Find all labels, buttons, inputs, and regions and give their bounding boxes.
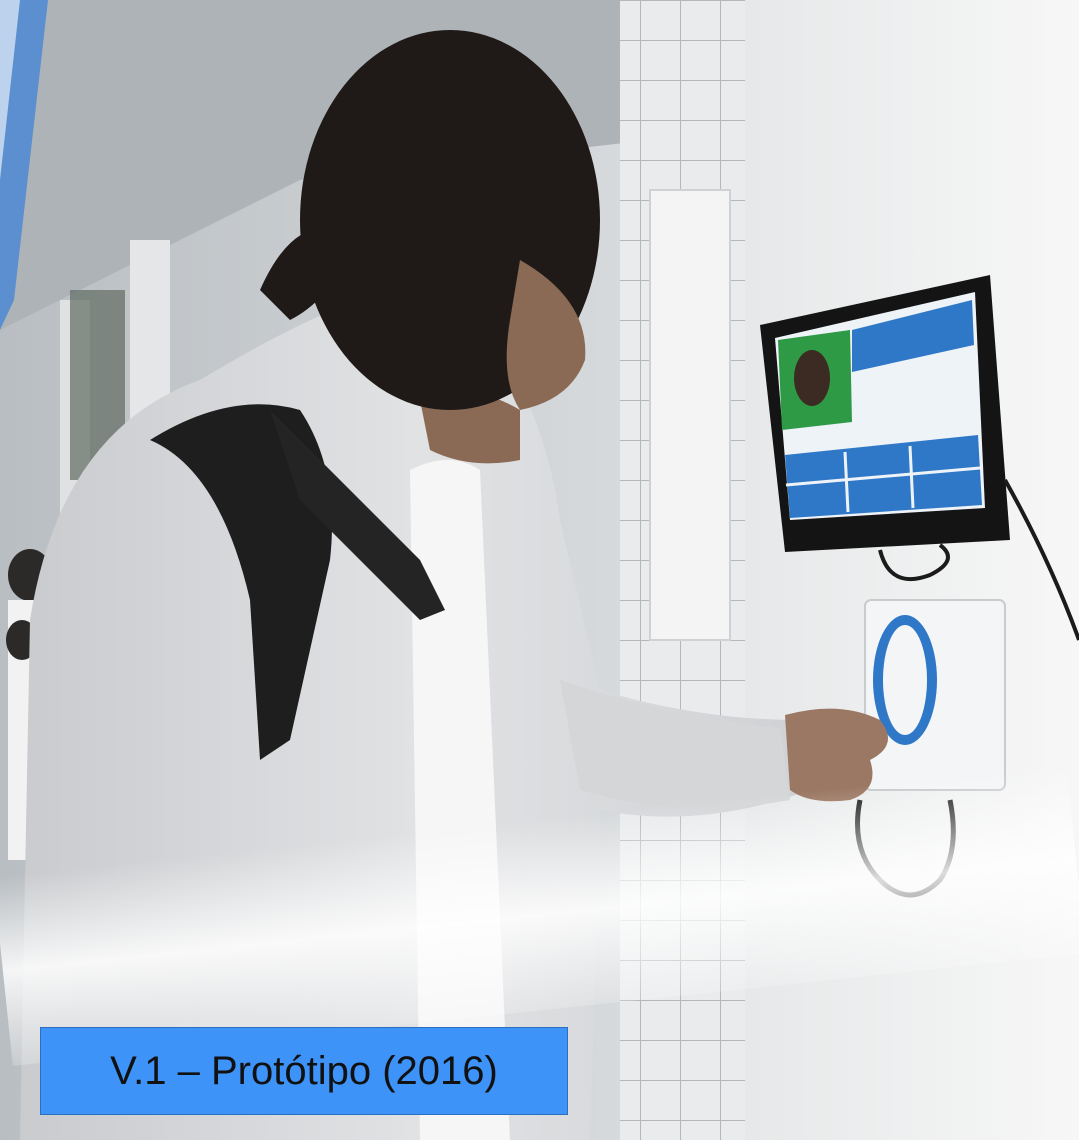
caption-label: V.1 – Protótipo (2016)	[40, 1027, 568, 1115]
kiosk-photo	[0, 0, 1079, 1140]
card-reader	[864, 599, 1006, 791]
wall-poster	[649, 189, 731, 641]
photo-stage: V.1 – Protótipo (2016)	[0, 0, 1079, 1140]
